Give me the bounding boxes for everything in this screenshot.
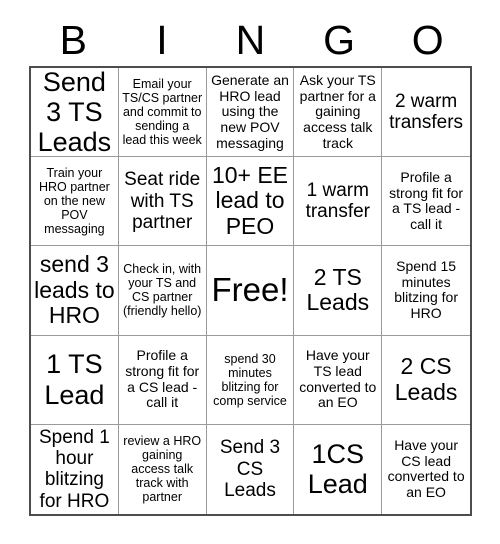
bingo-cell-text: Generate an HRO lead using the new POV m… xyxy=(211,71,289,151)
bingo-cell-text: 1CS Lead xyxy=(307,439,368,500)
bingo-cell-text: 1 TS Lead xyxy=(44,349,105,410)
bingo-header-letter-i: I xyxy=(156,16,168,63)
bingo-cell-n4[interactable]: spend 30 minutes blitzing for comp servi… xyxy=(206,335,295,425)
bingo-cell-text: 2 TS Leads xyxy=(306,263,370,316)
bingo-cell-i1[interactable]: Email your TS/CS partner and commit to s… xyxy=(118,68,207,158)
bingo-cell-text: Send 3 TS Leads xyxy=(37,68,112,158)
bingo-cell-text: send 3 leads to HRO xyxy=(34,250,115,329)
bingo-cell-g3[interactable]: 2 TS Leads xyxy=(294,246,383,336)
bingo-cell-o4[interactable]: 2 CS Leads xyxy=(382,335,470,425)
bingo-cell-o5[interactable]: Have your CS lead converted to an EO xyxy=(382,424,470,514)
bingo-header-letter-g: G xyxy=(323,16,356,63)
bingo-cell-b3[interactable]: send 3 leads to HRO xyxy=(31,246,119,336)
bingo-card: B I N G O Send 3 TS Leads Email your TS/… xyxy=(0,0,500,544)
bingo-cell-i2[interactable]: Seat ride with TS partner xyxy=(118,157,207,247)
bingo-cell-i3[interactable]: Check in, with your TS and CS partner (f… xyxy=(118,246,207,336)
bingo-cell-text: review a HRO gaining access talk track w… xyxy=(123,434,202,505)
bingo-cell-text: 1 warm transfer xyxy=(305,180,370,223)
bingo-cell-b5[interactable]: Spend 1 hour blitzing for HRO xyxy=(31,424,119,514)
bingo-cell-n2[interactable]: 10+ EE lead to PEO xyxy=(206,157,295,247)
bingo-cell-g4[interactable]: Have your TS lead converted to an EO xyxy=(294,335,383,425)
bingo-cell-i5[interactable]: review a HRO gaining access talk track w… xyxy=(118,424,207,514)
bingo-cell-text: Send 3 CS Leads xyxy=(219,437,281,502)
bingo-free-space-label: Free! xyxy=(211,271,289,309)
bingo-cell-b1[interactable]: Send 3 TS Leads xyxy=(31,68,119,158)
bingo-cell-text: Have your CS lead converted to an EO xyxy=(387,437,465,501)
bingo-cell-text: Check in, with your TS and CS partner (f… xyxy=(122,262,202,319)
bingo-cell-i4[interactable]: Profile a strong fit for a CS lead - cal… xyxy=(118,335,207,425)
bingo-cell-g5[interactable]: 1CS Lead xyxy=(294,424,383,514)
bingo-cell-text: Spend 15 minutes blitzing for HRO xyxy=(394,258,458,322)
bingo-cell-o3[interactable]: Spend 15 minutes blitzing for HRO xyxy=(382,246,470,336)
bingo-cell-g1[interactable]: Ask your TS partner for a gaining access… xyxy=(294,68,383,158)
bingo-cell-n1[interactable]: Generate an HRO lead using the new POV m… xyxy=(206,68,295,158)
bingo-cell-o1[interactable]: 2 warm transfers xyxy=(382,68,470,158)
bingo-cell-text: Seat ride with TS partner xyxy=(124,169,201,233)
bingo-cell-b2[interactable]: Train your HRO partner on the new POV me… xyxy=(31,157,119,247)
bingo-cell-n5[interactable]: Send 3 CS Leads xyxy=(206,424,295,514)
bingo-cell-text: Spend 1 hour blitzing for HRO xyxy=(39,426,110,512)
bingo-cell-text: Email your TS/CS partner and commit to s… xyxy=(122,77,203,148)
bingo-header-letter-b: B xyxy=(59,16,87,63)
bingo-cell-text: spend 30 minutes blitzing for comp servi… xyxy=(213,351,287,408)
bingo-cell-text: 2 CS Leads xyxy=(394,352,458,405)
bingo-cell-text: Train your HRO partner on the new POV me… xyxy=(38,166,110,237)
bingo-cell-g2[interactable]: 1 warm transfer xyxy=(294,157,383,247)
bingo-header-row: B I N G O xyxy=(29,14,472,66)
bingo-cell-o2[interactable]: Profile a strong fit for a TS lead - cal… xyxy=(382,157,470,247)
bingo-grid: Send 3 TS Leads Email your TS/CS partner… xyxy=(29,66,472,516)
bingo-cell-text: Profile a strong fit for a TS lead - cal… xyxy=(389,168,464,232)
bingo-cell-text: Ask your TS partner for a gaining access… xyxy=(299,71,376,151)
bingo-cell-text: Have your TS lead converted to an EO xyxy=(299,347,377,411)
bingo-header-letter-o: O xyxy=(411,16,444,63)
bingo-cell-text: 10+ EE lead to PEO xyxy=(211,161,289,240)
bingo-cell-text: 2 warm transfers xyxy=(389,90,464,134)
bingo-header-letter-n: N xyxy=(235,16,266,63)
bingo-cell-free-space[interactable]: Free! xyxy=(206,246,295,336)
bingo-cell-text: Profile a strong fit for a CS lead - cal… xyxy=(125,347,200,411)
bingo-cell-b4[interactable]: 1 TS Lead xyxy=(31,335,119,425)
